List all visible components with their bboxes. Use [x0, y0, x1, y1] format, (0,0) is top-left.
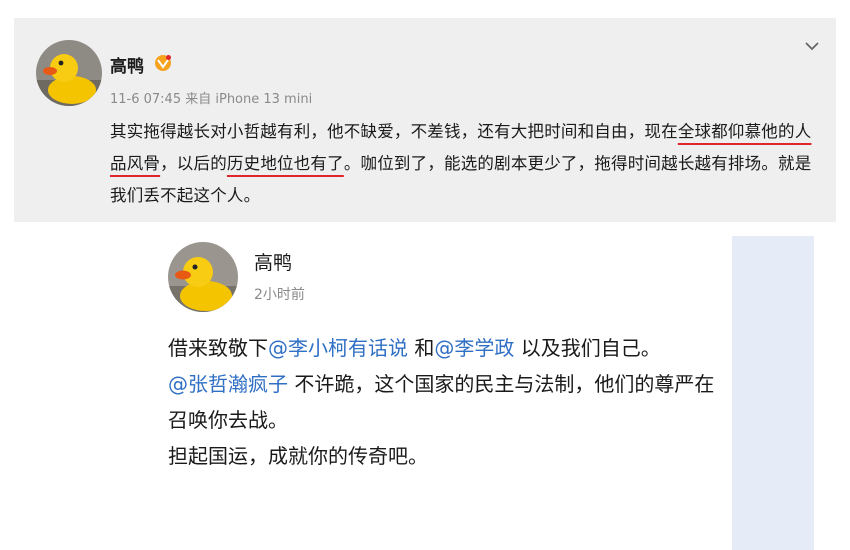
post-text: 担起国运，成就你的传奇吧。 [168, 444, 428, 468]
post-timestamp-source: 11-6 07:45 来自 iPhone 13 mini [110, 92, 313, 107]
side-margin [0, 236, 146, 550]
author-name[interactable]: 高鸭 [110, 52, 144, 77]
side-margin [732, 236, 814, 550]
user-mention-link[interactable]: @李小柯有话说 [268, 336, 408, 360]
weibo-post-card: 高鸭 11-6 07:45 来自 iPhone 13 mini 其实拖得越长对小… [14, 18, 836, 222]
weibo-post-card: 高鸭 2小时前 借来致敬下@李小柯有话说 和@李学政 以及我们自己。 @张哲瀚疯子… [146, 236, 732, 550]
post-body: 其实拖得越长对小哲越有利，他不缺爱，不差钱，还有大把时间和自由，现在全球都仰慕他… [110, 116, 822, 212]
user-mention-link[interactable]: @李学政 [434, 336, 514, 360]
post-text: 其实拖得越长对小哲越有利，他不缺爱，不差钱，还有大把时间和自由，现在 [110, 122, 678, 141]
vip-badge-icon [155, 55, 171, 71]
underlined-highlight: 历史地位也有了 [226, 154, 344, 173]
author-avatar[interactable] [36, 40, 102, 106]
post-text: 借来致敬下 [168, 336, 268, 360]
author-name[interactable]: 高鸭 [254, 248, 292, 275]
post-body: 借来致敬下@李小柯有话说 和@李学政 以及我们自己。 @张哲瀚疯子 不许跪，这个国… [168, 330, 728, 474]
post-text: 以及我们自己。 [514, 336, 661, 360]
rubber-duck-icon [36, 40, 102, 106]
post-text: ，以后的 [160, 154, 227, 173]
post-timestamp: 2小时前 [254, 287, 305, 303]
screenshot-collage: 高鸭 11-6 07:45 来自 iPhone 13 mini 其实拖得越长对小… [0, 0, 850, 550]
author-avatar[interactable] [168, 242, 238, 312]
rubber-duck-icon [168, 242, 238, 312]
user-mention-link[interactable]: @张哲瀚疯子 [168, 372, 288, 396]
chevron-down-icon[interactable] [804, 38, 820, 54]
post-text: 和 [408, 336, 435, 360]
